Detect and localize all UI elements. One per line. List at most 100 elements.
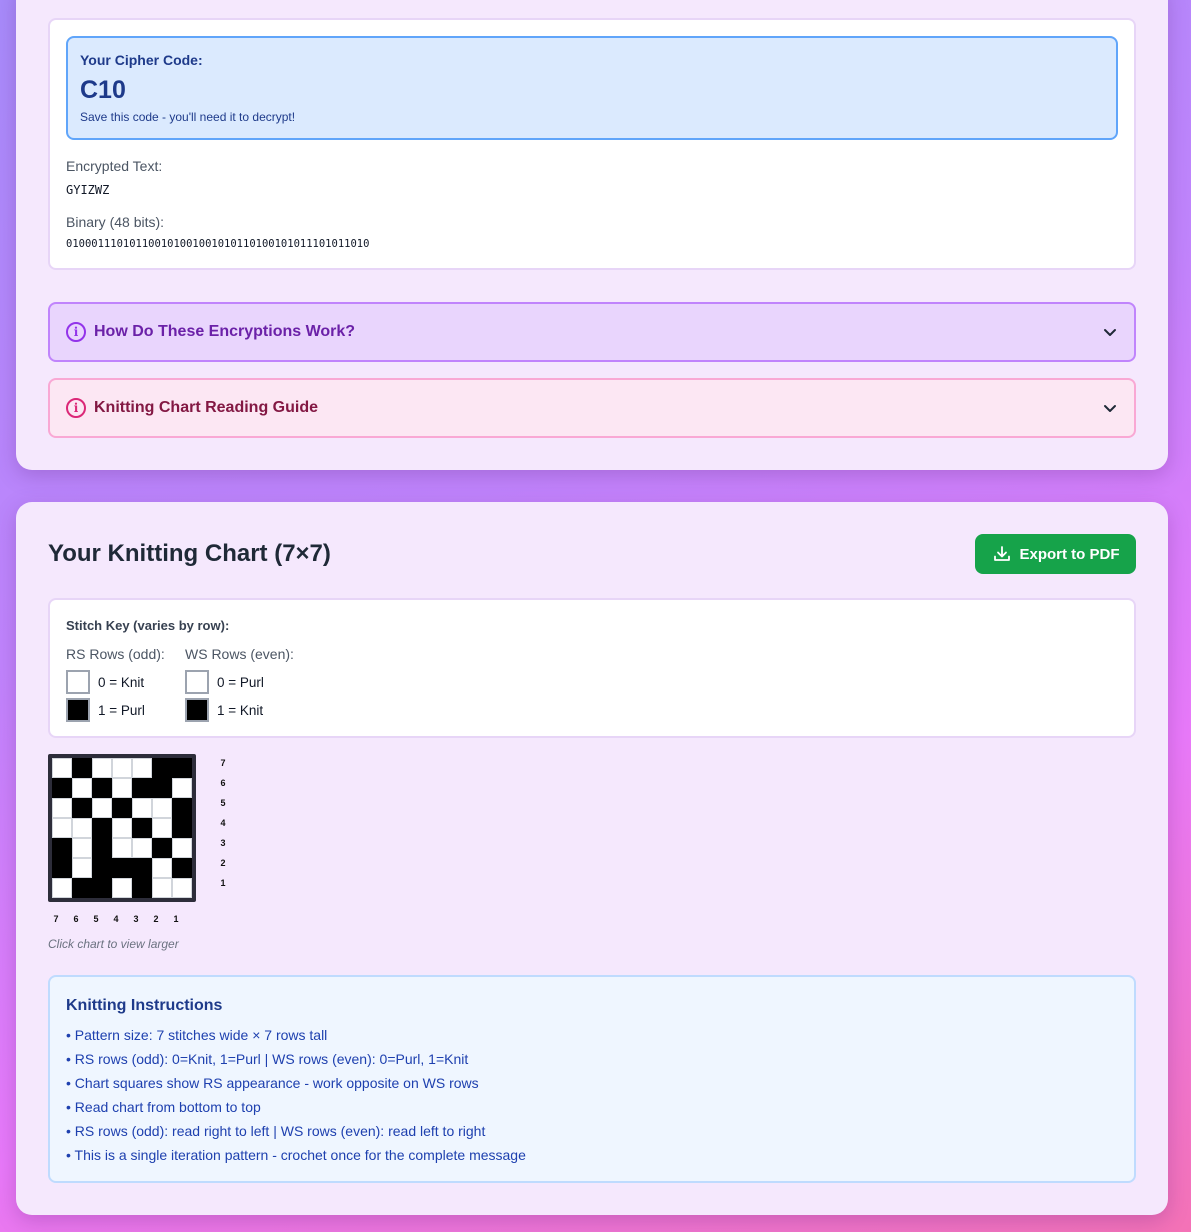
instruction-item: • Chart squares show RS appearance - wor… [66, 1075, 479, 1091]
black-square-swatch [66, 698, 90, 722]
rs-key-zero: 0 = Knit [66, 668, 165, 696]
ws-rows-heading: WS Rows (even): [185, 646, 294, 662]
chart-cell [132, 858, 152, 878]
chart-cell [132, 838, 152, 858]
chart-cell [52, 858, 72, 878]
chart-cell [172, 878, 192, 898]
column-number: 3 [133, 914, 139, 924]
ws-key-zero: 0 = Purl [185, 668, 294, 696]
cipher-code-label: Your Cipher Code: [80, 52, 203, 68]
chart-cell [92, 878, 112, 898]
chart-cell [132, 798, 152, 818]
knitting-chart-grid[interactable] [48, 754, 196, 902]
cipher-code-value: C10 [80, 76, 126, 104]
column-number: 1 [173, 914, 179, 924]
download-icon [993, 546, 1010, 561]
row-number: 1 [220, 878, 226, 888]
chart-cell [72, 878, 92, 898]
encrypted-text-label: Encrypted Text: [66, 158, 163, 174]
accordion-chart-reading-guide[interactable]: i Knitting Chart Reading Guide [48, 378, 1136, 438]
knitting-instructions-panel: Knitting Instructions • Pattern size: 7 … [48, 975, 1136, 1183]
chevron-down-icon [1104, 405, 1116, 412]
chevron-down-icon [1104, 329, 1116, 336]
chart-cell [92, 798, 112, 818]
chart-cell [112, 758, 132, 778]
chart-cell [72, 798, 92, 818]
chart-cell [172, 758, 192, 778]
chart-cell [152, 758, 172, 778]
rs-key-one-label: 1 = Purl [98, 702, 145, 718]
chart-cell [172, 778, 192, 798]
chart-cell [152, 838, 172, 858]
chart-cell [152, 878, 172, 898]
instructions-list: • Pattern size: 7 stitches wide × 7 rows… [66, 1023, 1118, 1167]
instruction-item: • RS rows (odd): 0=Knit, 1=Purl | WS row… [66, 1051, 469, 1067]
chart-cell [152, 798, 172, 818]
row-number: 6 [220, 778, 226, 788]
info-icon: i [66, 322, 86, 342]
encrypted-text-value: GYIZWZ [66, 183, 110, 197]
white-square-swatch [66, 670, 90, 694]
cipher-code-note: Save this code - you'll need it to decry… [80, 110, 296, 124]
ws-key-one: 1 = Knit [185, 696, 294, 724]
chart-title: Your Knitting Chart (7×7) [48, 540, 331, 567]
black-square-swatch [185, 698, 209, 722]
row-number: 4 [220, 818, 226, 828]
chart-cell [152, 858, 172, 878]
row-number: 3 [220, 838, 226, 848]
binary-label: Binary (48 bits): [66, 214, 165, 230]
column-number: 4 [113, 914, 119, 924]
rs-rows-heading: RS Rows (odd): [66, 646, 165, 662]
rs-rows-key: RS Rows (odd): 0 = Knit 1 = Purl [66, 646, 165, 724]
instruction-item: • Read chart from bottom to top [66, 1099, 261, 1115]
chart-cell [92, 838, 112, 858]
info-icon: i [66, 398, 86, 418]
chart-cell [112, 878, 132, 898]
chart-cell [132, 778, 152, 798]
row-number: 2 [220, 858, 226, 868]
accordion-title: Knitting Chart Reading Guide [94, 399, 318, 416]
chart-cell [72, 858, 92, 878]
instruction-item: • RS rows (odd): read right to left | WS… [66, 1123, 486, 1139]
chart-cell [52, 758, 72, 778]
row-number: 7 [220, 758, 226, 768]
chart-cell [112, 778, 132, 798]
column-number: 7 [53, 914, 59, 924]
chart-cell [92, 758, 112, 778]
chart-cell [92, 858, 112, 878]
binary-value: 0100011101011001010010010101101001010111… [66, 238, 370, 250]
chart-cell [172, 818, 192, 838]
chart-cell [52, 778, 72, 798]
rs-key-zero-label: 0 = Knit [98, 674, 145, 690]
ws-key-zero-label: 0 = Purl [217, 674, 264, 690]
column-number: 6 [73, 914, 79, 924]
result-panel: Your Cipher Code: C10 Save this code - y… [48, 18, 1136, 270]
instructions-title: Knitting Instructions [66, 997, 223, 1014]
chart-cell [112, 858, 132, 878]
white-square-swatch [185, 670, 209, 694]
ws-rows-key: WS Rows (even): 0 = Purl 1 = Knit [185, 646, 294, 724]
rs-key-one: 1 = Purl [66, 696, 165, 724]
chart-cell [52, 838, 72, 858]
encryption-result-card: Your Cipher Code: C10 Save this code - y… [16, 0, 1168, 470]
chart-cell [72, 758, 92, 778]
chart-cell [132, 878, 152, 898]
export-pdf-button[interactable]: Export to PDF [975, 534, 1136, 574]
accordion-title: How Do These Encryptions Work? [94, 323, 356, 340]
chart-cell [52, 878, 72, 898]
stitch-key-title: Stitch Key (varies by row): [66, 618, 230, 633]
export-pdf-label: Export to PDF [1019, 545, 1120, 563]
accordion-how-encryptions-work[interactable]: i How Do These Encryptions Work? [48, 302, 1136, 362]
chart-cell [112, 798, 132, 818]
chart-cell [172, 838, 192, 858]
chart-cells [52, 758, 192, 898]
chart-cell [92, 778, 112, 798]
chart-cell [52, 798, 72, 818]
column-number: 5 [93, 914, 99, 924]
chart-cell [112, 818, 132, 838]
cipher-code-box: Your Cipher Code: C10 Save this code - y… [66, 36, 1118, 140]
chart-cell [152, 818, 172, 838]
chart-cell [132, 758, 152, 778]
chart-cell [132, 818, 152, 838]
chart-cell [72, 818, 92, 838]
